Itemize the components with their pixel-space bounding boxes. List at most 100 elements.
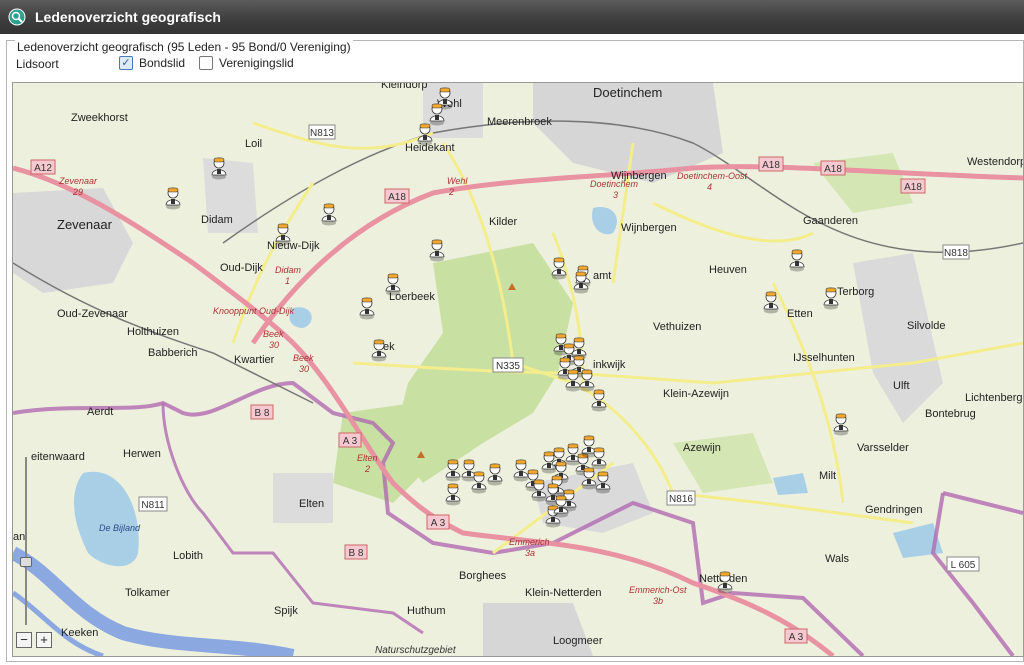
svg-text:A 3: A 3 bbox=[789, 632, 804, 643]
window-titlebar: Ledenoverzicht geografisch bbox=[0, 0, 1024, 35]
svg-text:Wijnbergen: Wijnbergen bbox=[611, 170, 667, 182]
svg-text:Spijk: Spijk bbox=[274, 605, 298, 617]
svg-text:B 8: B 8 bbox=[254, 408, 269, 419]
svg-text:Loil: Loil bbox=[245, 138, 262, 150]
svg-text:A18: A18 bbox=[388, 192, 406, 203]
map-canvas[interactable]: N813 A12 A18 A18 A18 A18 N818 N335 B 8 A… bbox=[13, 83, 1023, 656]
svg-text:Zevenaar: Zevenaar bbox=[57, 217, 113, 232]
svg-text:L 605: L 605 bbox=[951, 560, 976, 571]
svg-text:Zweekhorst: Zweekhorst bbox=[71, 112, 128, 124]
svg-text:Beek: Beek bbox=[263, 329, 284, 339]
svg-text:Terborg: Terborg bbox=[837, 286, 874, 298]
svg-text:30: 30 bbox=[299, 364, 309, 374]
svg-text:A18: A18 bbox=[824, 164, 842, 175]
svg-text:Holthuizen: Holthuizen bbox=[127, 326, 179, 338]
svg-text:De Bijland: De Bijland bbox=[99, 523, 141, 533]
svg-text:Gaanderen: Gaanderen bbox=[803, 215, 858, 227]
svg-text:N811: N811 bbox=[141, 500, 165, 511]
checkbox-checked-icon[interactable]: ✓ bbox=[119, 56, 133, 70]
svg-text:IJsselhunten: IJsselhunten bbox=[793, 352, 855, 364]
checkbox-unchecked-icon[interactable] bbox=[199, 56, 213, 70]
zoom-slider[interactable] bbox=[18, 457, 32, 625]
svg-text:A12: A12 bbox=[34, 163, 52, 174]
lidsoort-label: Lidsoort bbox=[16, 57, 59, 71]
svg-text:Borghees: Borghees bbox=[459, 570, 507, 582]
svg-text:B 8: B 8 bbox=[348, 548, 363, 559]
svg-text:Etten: Etten bbox=[787, 308, 813, 320]
svg-text:Elten: Elten bbox=[299, 498, 324, 510]
svg-text:ek: ek bbox=[383, 341, 395, 353]
svg-text:Bontebrug: Bontebrug bbox=[925, 408, 976, 420]
svg-text:N335: N335 bbox=[496, 361, 520, 372]
svg-text:Loogmeer: Loogmeer bbox=[553, 635, 603, 647]
svg-text:Didam: Didam bbox=[275, 265, 302, 275]
svg-text:N818: N818 bbox=[944, 248, 968, 259]
globe-search-icon bbox=[8, 8, 26, 26]
bondslid-label: Bondslid bbox=[139, 56, 186, 70]
svg-text:Kilder: Kilder bbox=[489, 216, 517, 228]
svg-text:Naturschutzgebiet: Naturschutzgebiet bbox=[375, 645, 457, 656]
svg-text:Kleindorp: Kleindorp bbox=[381, 83, 427, 91]
svg-text:Kwartier: Kwartier bbox=[234, 354, 275, 366]
svg-text:Silvolde: Silvolde bbox=[907, 320, 946, 332]
group-legend: Ledenoverzicht geografisch (95 Leden - 9… bbox=[15, 40, 353, 54]
svg-text:Klein-Netterden: Klein-Netterden bbox=[525, 587, 601, 599]
svg-text:Azewijn: Azewijn bbox=[683, 442, 721, 454]
svg-text:Babberich: Babberich bbox=[148, 347, 198, 359]
svg-text:Keeken: Keeken bbox=[61, 627, 98, 639]
svg-text:4: 4 bbox=[707, 182, 712, 192]
svg-text:3a: 3a bbox=[525, 548, 535, 558]
svg-text:Aerdt: Aerdt bbox=[87, 406, 113, 418]
svg-text:Vethuizen: Vethuizen bbox=[653, 321, 701, 333]
road-label-n813: N813 bbox=[310, 128, 334, 139]
svg-text:Oud-Dijk: Oud-Dijk bbox=[220, 262, 263, 274]
svg-text:Klein-Azewijn: Klein-Azewijn bbox=[663, 388, 729, 400]
svg-text:Wijnbergen: Wijnbergen bbox=[621, 222, 677, 234]
svg-text:Huthum: Huthum bbox=[407, 605, 446, 617]
svg-text:Elten: Elten bbox=[357, 453, 378, 463]
svg-text:Doetinchem: Doetinchem bbox=[593, 85, 662, 100]
svg-text:1: 1 bbox=[285, 276, 290, 286]
svg-text:amt: amt bbox=[593, 270, 611, 282]
svg-text:Ulft: Ulft bbox=[893, 380, 910, 392]
svg-text:Beek: Beek bbox=[293, 353, 314, 363]
svg-text:29: 29 bbox=[72, 187, 83, 197]
svg-text:Varsselder: Varsselder bbox=[857, 442, 909, 454]
svg-text:Milt: Milt bbox=[819, 470, 836, 482]
svg-text:2: 2 bbox=[448, 187, 454, 197]
svg-text:30: 30 bbox=[269, 340, 279, 350]
svg-text:Heuven: Heuven bbox=[709, 264, 747, 276]
svg-text:Knooppunt Oud-Dijk: Knooppunt Oud-Dijk bbox=[213, 306, 295, 316]
svg-text:N816: N816 bbox=[669, 494, 693, 505]
svg-text:Tolkamer: Tolkamer bbox=[125, 587, 170, 599]
map-view[interactable]: N813 A12 A18 A18 A18 A18 N818 N335 B 8 A… bbox=[12, 82, 1024, 657]
svg-text:Lobith: Lobith bbox=[173, 550, 203, 562]
svg-text:A18: A18 bbox=[762, 160, 780, 171]
zoom-in-button[interactable]: + bbox=[36, 632, 52, 648]
svg-text:A 3: A 3 bbox=[431, 518, 446, 529]
window-title: Ledenoverzicht geografisch bbox=[35, 9, 221, 25]
svg-text:Meerenbroek: Meerenbroek bbox=[487, 116, 552, 128]
svg-text:Didam: Didam bbox=[201, 214, 233, 226]
svg-text:3: 3 bbox=[613, 190, 618, 200]
svg-text:Zevenaar: Zevenaar bbox=[58, 176, 98, 186]
svg-text:Westendorp: Westendorp bbox=[967, 156, 1023, 168]
verenigingslid-checkbox[interactable]: Verenigingslid bbox=[199, 56, 294, 70]
svg-text:Emmerich-Ost: Emmerich-Ost bbox=[629, 585, 687, 595]
zoom-out-button[interactable]: − bbox=[16, 632, 32, 648]
svg-text:Wals: Wals bbox=[825, 553, 850, 565]
svg-text:A 3: A 3 bbox=[343, 436, 358, 447]
svg-text:Nieuw-Dijk: Nieuw-Dijk bbox=[267, 240, 320, 252]
zoom-slider-track[interactable] bbox=[25, 457, 27, 625]
svg-text:inkwijk: inkwijk bbox=[593, 359, 626, 371]
svg-text:Herwen: Herwen bbox=[123, 448, 161, 460]
svg-text:Wehl: Wehl bbox=[447, 176, 468, 186]
svg-text:eitenwaard: eitenwaard bbox=[31, 451, 85, 463]
svg-text:Gendringen: Gendringen bbox=[865, 504, 923, 516]
svg-text:Emmerich: Emmerich bbox=[509, 537, 550, 547]
svg-text:A18: A18 bbox=[904, 182, 922, 193]
svg-text:2: 2 bbox=[364, 464, 370, 474]
svg-text:Doetinchem-Oost: Doetinchem-Oost bbox=[677, 171, 748, 181]
bondslid-checkbox[interactable]: ✓ Bondslid bbox=[119, 56, 185, 70]
zoom-slider-thumb[interactable] bbox=[20, 557, 32, 567]
